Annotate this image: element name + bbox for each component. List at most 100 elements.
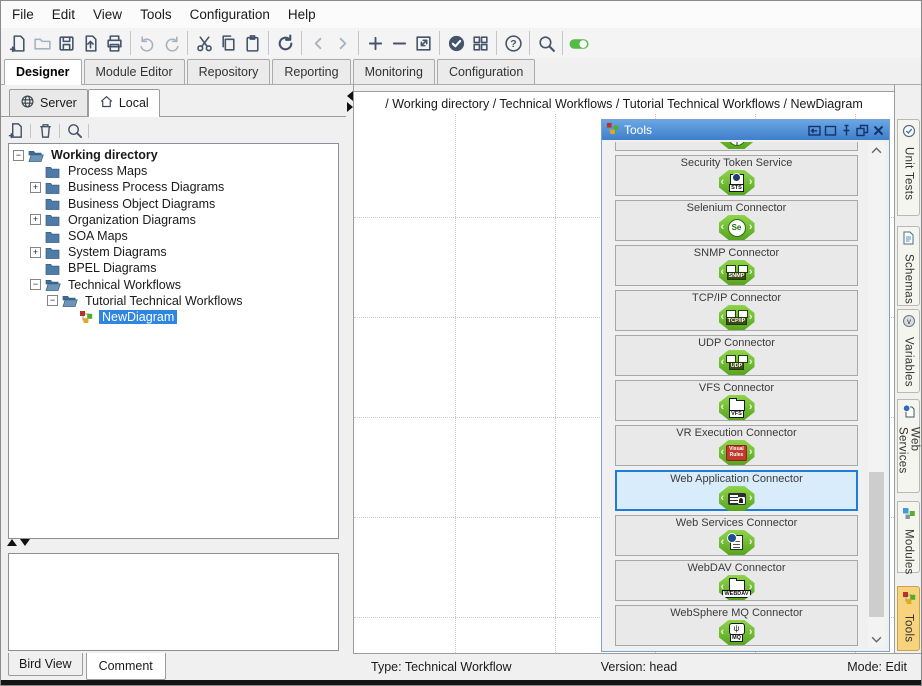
collapse-down-icon[interactable] bbox=[20, 539, 30, 546]
tab-unit-tests[interactable]: Unit Tests bbox=[897, 119, 920, 216]
repository-tree: −Working directoryProcess Maps+Business … bbox=[8, 143, 339, 539]
scroll-up-icon[interactable] bbox=[868, 142, 885, 158]
collapse-left-icon[interactable] bbox=[347, 91, 353, 101]
tree-item-tutorial-technical-workflows[interactable]: −Tutorial Technical Workflows bbox=[9, 293, 338, 309]
tree-item-business-object-diagrams[interactable]: Business Object Diagrams bbox=[9, 196, 338, 212]
toolbar-group: ? bbox=[496, 31, 525, 55]
forward-button[interactable] bbox=[330, 31, 354, 55]
help-button[interactable]: ? bbox=[501, 31, 525, 55]
tool-item-websphere-mq-connector[interactable]: WebSphere MQ Connector‹ψMQ› bbox=[615, 605, 858, 646]
folder-open-icon bbox=[28, 148, 44, 162]
zoom-in-button[interactable] bbox=[363, 31, 387, 55]
tree-item-organization-diagrams[interactable]: +Organization Diagrams bbox=[9, 212, 338, 228]
tab-bird-view[interactable]: Bird View bbox=[8, 653, 83, 676]
tab-monitoring[interactable]: Monitoring bbox=[353, 59, 435, 84]
new-file-button[interactable] bbox=[6, 31, 30, 55]
tree-item-working-directory[interactable]: −Working directory bbox=[9, 147, 338, 163]
pin-icon[interactable] bbox=[839, 123, 853, 137]
expand-right-icon[interactable] bbox=[347, 102, 353, 112]
open-folder-button[interactable] bbox=[30, 31, 54, 55]
close-icon[interactable] bbox=[871, 123, 885, 137]
tree-item-newdiagram[interactable]: NewDiagram bbox=[9, 309, 338, 325]
tab-designer[interactable]: Designer bbox=[4, 59, 82, 85]
redo-button[interactable] bbox=[159, 31, 183, 55]
tree-item-soa-maps[interactable]: SOA Maps bbox=[9, 228, 338, 244]
new-file-button[interactable] bbox=[5, 121, 27, 141]
delete-button[interactable] bbox=[34, 121, 56, 141]
expand-box-icon[interactable]: + bbox=[30, 247, 41, 258]
validate-button[interactable] bbox=[444, 31, 468, 55]
tool-item-udp-connector[interactable]: UDP Connector‹UDP› bbox=[615, 335, 858, 376]
tab-configuration[interactable]: Configuration bbox=[437, 59, 535, 84]
print-button[interactable] bbox=[102, 31, 126, 55]
tab-module-editor[interactable]: Module Editor bbox=[84, 59, 185, 84]
cut-button[interactable] bbox=[192, 31, 216, 55]
maximize-icon[interactable] bbox=[823, 123, 837, 137]
back-button[interactable] bbox=[306, 31, 330, 55]
vr-execution-connector-icon: ‹VisualRules› bbox=[719, 440, 755, 465]
tab-comment[interactable]: Comment bbox=[86, 653, 166, 680]
collapse-up-icon[interactable] bbox=[7, 539, 17, 546]
paste-button[interactable] bbox=[240, 31, 264, 55]
partial-tool-item[interactable]: ‹› bbox=[615, 142, 858, 151]
collapse-box-icon[interactable]: − bbox=[47, 295, 58, 306]
main-toolbar: ? bbox=[1, 28, 921, 59]
folder-icon bbox=[45, 197, 61, 211]
perspective-tab-bar: DesignerModule EditorRepositoryReporting… bbox=[1, 58, 921, 85]
collapse-box-icon[interactable]: − bbox=[13, 150, 24, 161]
tab-repository[interactable]: Repository bbox=[187, 59, 271, 84]
search-button[interactable] bbox=[534, 31, 558, 55]
toggle-on-button[interactable] bbox=[567, 31, 591, 55]
import-file-button[interactable] bbox=[78, 31, 102, 55]
tool-item-web-application-connector[interactable]: Web Application Connector‹› bbox=[615, 470, 858, 511]
tab-modules[interactable]: Modules bbox=[897, 501, 920, 573]
menu-item-file[interactable]: File bbox=[3, 3, 43, 26]
float-icon[interactable] bbox=[855, 123, 869, 137]
tree-item-system-diagrams[interactable]: +System Diagrams bbox=[9, 244, 338, 260]
tab-web-services[interactable]: Web Services bbox=[897, 399, 920, 493]
expand-box-icon[interactable]: + bbox=[30, 182, 41, 193]
tool-item-selenium-connector[interactable]: Selenium Connector‹Se› bbox=[615, 200, 858, 241]
vertical-splitter[interactable] bbox=[346, 85, 353, 680]
tab-reporting[interactable]: Reporting bbox=[272, 59, 350, 84]
tab-local[interactable]: Local bbox=[88, 89, 160, 117]
menu-item-configuration[interactable]: Configuration bbox=[181, 3, 279, 26]
tool-item-web-services-connector[interactable]: Web Services Connector‹› bbox=[615, 515, 858, 556]
scrollbar-thumb[interactable] bbox=[869, 472, 884, 617]
menu-item-tools[interactable]: Tools bbox=[131, 3, 181, 26]
expand-box-icon[interactable]: + bbox=[30, 214, 41, 225]
undo-button[interactable] bbox=[135, 31, 159, 55]
copy-button[interactable] bbox=[216, 31, 240, 55]
status-type: Type: Technical Workflow bbox=[353, 660, 550, 674]
tool-item-security-token-service[interactable]: Security Token Service‹STS› bbox=[615, 155, 858, 196]
tool-item-tcp-ip-connector[interactable]: TCP/IP Connector‹TCP/IP› bbox=[615, 290, 858, 331]
tab-schemas[interactable]: Schemas bbox=[897, 226, 920, 306]
menu-item-edit[interactable]: Edit bbox=[43, 3, 84, 26]
grid-layout-button[interactable] bbox=[468, 31, 492, 55]
tool-item-snmp-connector[interactable]: SNMP Connector‹SNMP› bbox=[615, 245, 858, 286]
tools-scrollbar[interactable] bbox=[868, 142, 885, 647]
tool-item-webdav-connector[interactable]: WebDAV Connector‹WEBDAV› bbox=[615, 560, 858, 601]
tree-item-technical-workflows[interactable]: −Technical Workflows bbox=[9, 277, 338, 293]
menu-item-view[interactable]: View bbox=[84, 3, 131, 26]
tools-panel-header[interactable]: Tools bbox=[602, 120, 889, 140]
dock-icon[interactable] bbox=[807, 123, 821, 137]
search-button[interactable] bbox=[63, 121, 85, 141]
fit-to-window-button[interactable] bbox=[411, 31, 435, 55]
tab-variables[interactable]: vVariables bbox=[897, 309, 920, 393]
menu-item-help[interactable]: Help bbox=[279, 3, 325, 26]
tab-server[interactable]: Server bbox=[9, 89, 88, 116]
collapse-box-icon[interactable]: − bbox=[30, 279, 41, 290]
tree-item-business-process-diagrams[interactable]: +Business Process Diagrams bbox=[9, 179, 338, 195]
zoom-out-button[interactable] bbox=[387, 31, 411, 55]
tab-tools[interactable]: Tools bbox=[897, 586, 920, 651]
folder-icon bbox=[45, 245, 61, 259]
toolbar-group bbox=[529, 31, 558, 55]
tool-item-vr-execution-connector[interactable]: VR Execution Connector‹VisualRules› bbox=[615, 425, 858, 466]
save-button[interactable] bbox=[54, 31, 78, 55]
tool-item-vfs-connector[interactable]: VFS Connector‹VFS› bbox=[615, 380, 858, 421]
refresh-button[interactable] bbox=[273, 31, 297, 55]
scroll-down-icon[interactable] bbox=[868, 631, 885, 647]
tree-item-process-maps[interactable]: Process Maps bbox=[9, 163, 338, 179]
tree-item-bpel-diagrams[interactable]: BPEL Diagrams bbox=[9, 260, 338, 276]
